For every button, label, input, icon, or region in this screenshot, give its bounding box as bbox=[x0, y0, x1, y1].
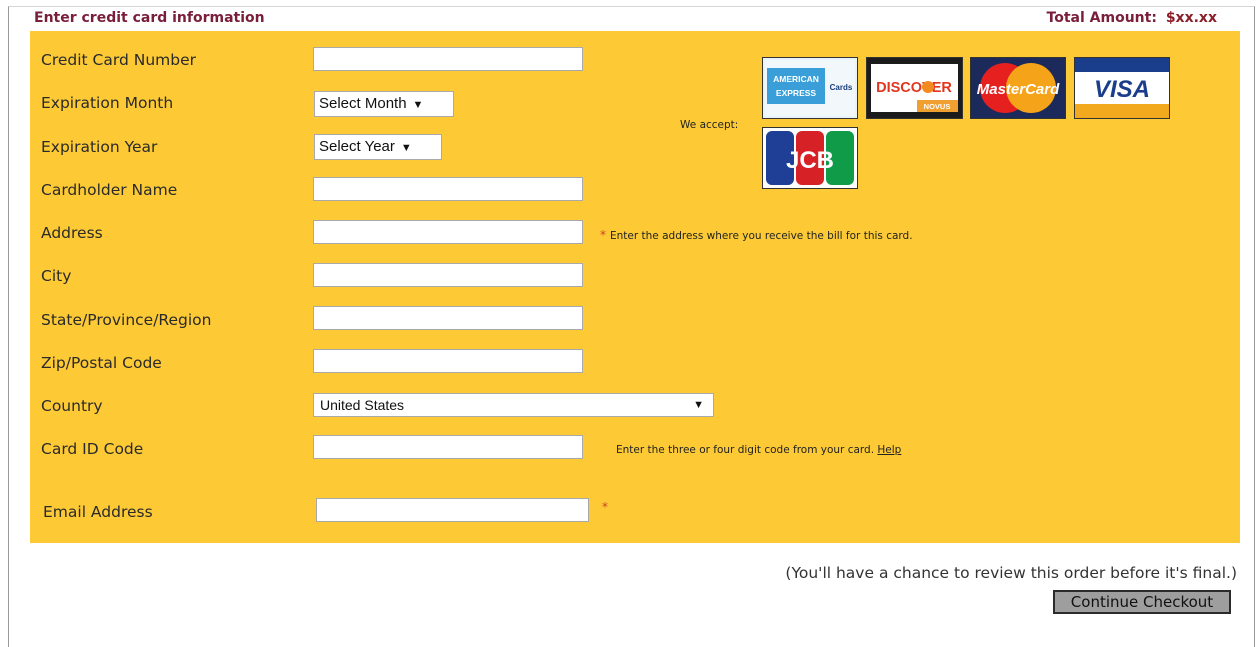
city-label: City bbox=[41, 267, 72, 285]
card-number-input[interactable] bbox=[313, 47, 583, 71]
dropdown-arrow-icon: ▼ bbox=[412, 99, 424, 111]
state-label: State/Province/Region bbox=[41, 311, 212, 329]
card-id-label: Card ID Code bbox=[41, 440, 144, 458]
card-id-input[interactable] bbox=[313, 435, 583, 459]
discover-card-icon: DISCOVER NOVUS bbox=[866, 57, 963, 119]
card-id-hint-text: Enter the three or four digit code from … bbox=[616, 444, 875, 456]
amex-card-icon: AMERICAN EXPRESS Cards bbox=[762, 57, 858, 119]
required-marker: * bbox=[600, 228, 606, 242]
dropdown-arrow-icon: ▼ bbox=[693, 399, 704, 411]
amex-text-a: AMERICAN bbox=[773, 74, 819, 84]
card-id-hint: Enter the three or four digit code from … bbox=[616, 444, 901, 456]
jcb-card-icon: JCB bbox=[762, 127, 858, 189]
mastercard-text: MasterCard bbox=[977, 81, 1060, 98]
card-number-label: Credit Card Number bbox=[41, 51, 196, 69]
mastercard-icon: MasterCard bbox=[970, 57, 1066, 119]
exp-month-select[interactable]: Select Month ▼ bbox=[314, 91, 454, 117]
address-hint: * Enter the address where you receive the… bbox=[600, 228, 913, 242]
cardholder-input[interactable] bbox=[313, 177, 583, 201]
total-amount: Total Amount: $xx.xx bbox=[1047, 10, 1217, 26]
review-note: (You'll have a chance to review this ord… bbox=[785, 564, 1237, 582]
jcb-text: JCB bbox=[786, 147, 834, 174]
exp-year-value: Select Year bbox=[319, 138, 395, 155]
country-value: United States bbox=[320, 397, 405, 413]
address-label: Address bbox=[41, 224, 103, 242]
visa-card-icon: VISA bbox=[1074, 57, 1170, 119]
state-input[interactable] bbox=[313, 306, 583, 330]
email-required: * bbox=[602, 500, 612, 514]
exp-month-label: Expiration Month bbox=[41, 94, 174, 112]
total-value: $xx.xx bbox=[1165, 10, 1217, 26]
required-marker: * bbox=[602, 500, 608, 514]
email-input[interactable] bbox=[316, 498, 589, 522]
amex-text-c: Cards bbox=[830, 83, 853, 92]
form-title: Enter credit card information bbox=[34, 10, 265, 26]
help-link[interactable]: Help bbox=[877, 444, 901, 456]
total-label: Total Amount: bbox=[1046, 10, 1157, 26]
email-label: Email Address bbox=[43, 503, 153, 521]
amex-text-b: EXPRESS bbox=[776, 88, 816, 98]
city-input[interactable] bbox=[313, 263, 583, 287]
visa-text: VISA bbox=[1094, 76, 1150, 103]
continue-checkout-button[interactable]: Continue Checkout bbox=[1053, 590, 1231, 614]
zip-label: Zip/Postal Code bbox=[41, 354, 162, 372]
cardholder-label: Cardholder Name bbox=[41, 181, 178, 199]
zip-input[interactable] bbox=[313, 349, 583, 373]
address-input[interactable] bbox=[313, 220, 583, 244]
country-label: Country bbox=[41, 397, 103, 415]
exp-year-select[interactable]: Select Year ▼ bbox=[314, 134, 442, 160]
dropdown-arrow-icon: ▼ bbox=[400, 142, 412, 154]
exp-year-label: Expiration Year bbox=[41, 138, 158, 156]
discover-text: DISCOVER bbox=[876, 80, 952, 96]
we-accept-label: We accept: bbox=[680, 119, 739, 131]
address-hint-text: Enter the address where you receive the … bbox=[610, 230, 913, 242]
exp-month-value: Select Month bbox=[319, 95, 407, 112]
discover-sub: NOVUS bbox=[924, 102, 951, 111]
country-select[interactable]: United States ▼ bbox=[313, 393, 714, 417]
